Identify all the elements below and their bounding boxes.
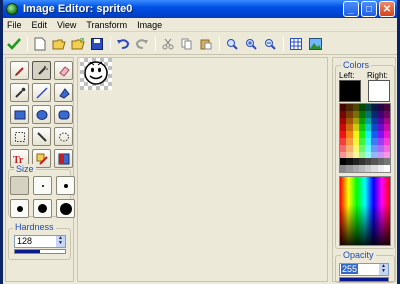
color-spectrum[interactable] — [339, 176, 391, 246]
menu-edit[interactable]: Edit — [32, 20, 48, 30]
color-picker-tool[interactable] — [10, 83, 29, 102]
rounded-rectangle-tool[interactable] — [54, 105, 73, 124]
brush-sizes — [10, 176, 75, 218]
menu-view[interactable]: View — [57, 20, 76, 30]
open-folder-icon[interactable] — [70, 36, 86, 52]
toolbar-separator — [110, 36, 111, 51]
zoom-in-icon[interactable] — [243, 36, 259, 52]
eraser-tool[interactable] — [54, 61, 73, 80]
tools-panel: Tr Size Hardness 128 ▲ ▼ — [5, 57, 75, 282]
size-6-button[interactable] — [56, 199, 75, 218]
menu-image[interactable]: Image — [137, 20, 162, 30]
palette-cell[interactable] — [383, 131, 390, 138]
palette-cell[interactable] — [383, 110, 390, 118]
hardness-label: Hardness — [13, 222, 56, 232]
toolbar-separator — [219, 36, 220, 51]
hardness-value: 128 — [17, 236, 33, 246]
select-tool[interactable] — [10, 127, 29, 146]
size-1-button[interactable] — [10, 176, 29, 195]
opacity-slider[interactable] — [339, 277, 389, 282]
palette-cell[interactable] — [383, 151, 390, 159]
canvas-area[interactable] — [77, 57, 328, 282]
opacity-value: 255 — [341, 264, 359, 274]
toolbar-separator — [155, 36, 156, 51]
smiley-sprite — [84, 61, 108, 85]
maximize-button[interactable]: □ — [361, 1, 377, 17]
size-5-button[interactable] — [33, 199, 52, 218]
palette-cell[interactable] — [383, 138, 390, 145]
colors-panel: Colors Left: Right: Opacity 255 ▲ ▼ — [332, 57, 396, 283]
size-3-button[interactable] — [56, 176, 75, 195]
size-2-button[interactable] — [33, 176, 52, 195]
menu-bar: File Edit View Transform Image — [3, 18, 397, 32]
menu-file[interactable]: File — [7, 20, 22, 30]
opacity-spinner[interactable]: ▲ ▼ — [379, 264, 388, 275]
close-button[interactable]: ✕ — [379, 1, 395, 17]
new-icon[interactable] — [32, 36, 48, 52]
tool-grid: Tr — [10, 61, 73, 168]
opacity-input[interactable]: 255 ▲ ▼ — [339, 263, 389, 276]
hardness-spinner[interactable]: ▲ ▼ — [56, 236, 65, 247]
palette-cell[interactable] — [383, 158, 390, 166]
size-4-button[interactable] — [10, 199, 29, 218]
palette-cell[interactable] — [383, 117, 390, 125]
redo-icon[interactable] — [134, 36, 150, 52]
grid-icon[interactable] — [288, 36, 304, 52]
toolbar-separator — [283, 36, 284, 51]
magic-wand-tool[interactable] — [32, 127, 51, 146]
right-color-swatch[interactable] — [368, 80, 390, 102]
toolbar-separator — [27, 36, 28, 51]
left-color-label: Left: — [339, 71, 355, 80]
fill-tool[interactable] — [54, 83, 73, 102]
window-title: Image Editor: sprite0 — [23, 3, 133, 15]
lasso-tool[interactable] — [54, 127, 73, 146]
rectangle-tool[interactable] — [10, 105, 29, 124]
palette-cell[interactable] — [383, 144, 390, 152]
cut-icon[interactable] — [160, 36, 176, 52]
svg-text:Tr: Tr — [13, 155, 24, 165]
zoom-icon[interactable] — [224, 36, 240, 52]
pencil-tool[interactable] — [10, 61, 29, 80]
app-icon — [6, 3, 18, 15]
spray-tool[interactable] — [32, 61, 51, 80]
undo-icon[interactable] — [115, 36, 131, 52]
line-tool[interactable] — [32, 83, 51, 102]
hardness-slider[interactable] — [14, 249, 66, 254]
minimize-button[interactable]: _ — [343, 1, 359, 17]
sprite-canvas[interactable] — [80, 58, 112, 90]
colors-label: Colors — [341, 60, 372, 70]
ellipse-tool[interactable] — [32, 105, 51, 124]
size-label: Size — [14, 164, 36, 174]
paste-icon[interactable] — [198, 36, 214, 52]
color-replace-tool[interactable] — [54, 149, 73, 168]
title-bar[interactable]: Image Editor: sprite0 _ □ ✕ — [3, 0, 397, 18]
toolbar — [3, 33, 397, 55]
left-color-swatch[interactable] — [339, 80, 361, 102]
palette-cell[interactable] — [383, 104, 390, 111]
apply-icon[interactable] — [6, 36, 22, 52]
menu-transform[interactable]: Transform — [86, 20, 127, 30]
palette-cell[interactable] — [383, 124, 390, 132]
palette-cell[interactable] — [383, 165, 390, 172]
hardness-input[interactable]: 128 ▲ ▼ — [14, 235, 66, 248]
hardness-slider-fill — [15, 250, 40, 253]
color-palette[interactable] — [339, 103, 391, 173]
save-icon[interactable] — [89, 36, 105, 52]
copy-icon[interactable] — [179, 36, 195, 52]
image-icon[interactable] — [307, 36, 323, 52]
zoom-out-icon[interactable] — [262, 36, 278, 52]
opacity-label: Opacity — [341, 250, 376, 260]
image-editor-window: Image Editor: sprite0 _ □ ✕ File Edit Vi… — [0, 0, 400, 284]
open-icon[interactable] — [51, 36, 67, 52]
right-color-label: Right: — [367, 71, 388, 80]
